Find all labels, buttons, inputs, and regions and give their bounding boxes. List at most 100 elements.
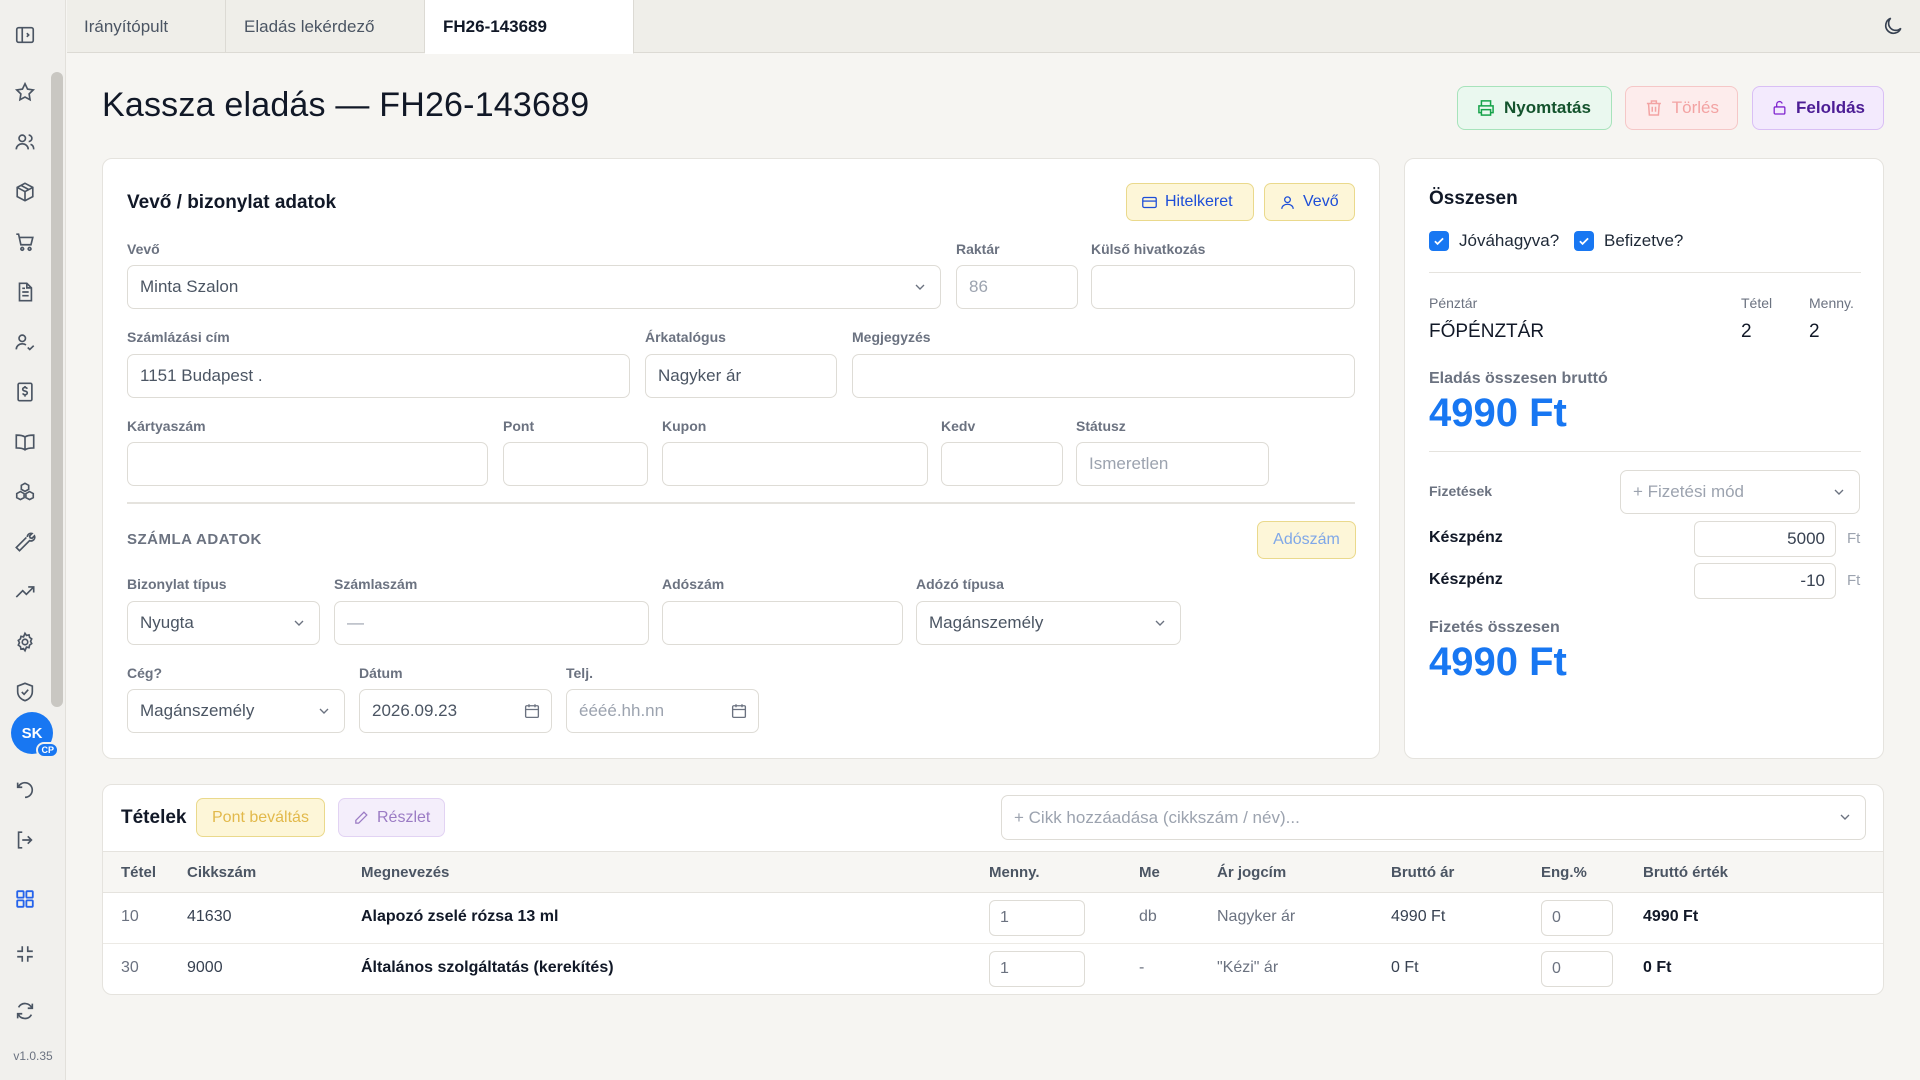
discount-field[interactable]	[941, 442, 1063, 486]
calendar-icon[interactable]	[523, 702, 541, 720]
undo-icon[interactable]	[13, 778, 37, 802]
row-discount-input[interactable]: 0	[1541, 900, 1613, 936]
unlock-button[interactable]: Feloldás	[1752, 86, 1884, 130]
column-header[interactable]: Eng.%	[1541, 864, 1587, 881]
theme-toggle-icon[interactable]	[1882, 15, 1904, 37]
checkbox-checked	[1574, 231, 1594, 251]
status-field[interactable]: Ismeretlen	[1076, 442, 1269, 486]
tab-dashboard[interactable]: Irányítópult	[67, 0, 226, 53]
detail-button[interactable]: Részlet	[338, 798, 446, 837]
currency-label: Ft	[1847, 572, 1861, 589]
payment-method-select[interactable]: + Fizetési mód	[1620, 470, 1860, 514]
payment-amount-field[interactable]: 5000	[1694, 521, 1836, 557]
row-name: Általános szolgáltatás (kerekítés)	[361, 959, 614, 976]
users-icon[interactable]	[13, 130, 37, 154]
customer-select[interactable]: Minta Szalon	[127, 265, 941, 309]
warehouse-field[interactable]: 86	[956, 265, 1078, 309]
boxes-icon[interactable]	[13, 480, 37, 504]
row-gross-price: 4990 Ft	[1391, 908, 1446, 925]
tax-no-field[interactable]	[662, 601, 903, 645]
coupon-label: Kupon	[662, 418, 707, 434]
gear-icon[interactable]	[13, 630, 37, 654]
approved-checkbox[interactable]: Jóváhagyva?	[1429, 231, 1559, 251]
customer-button-label: Vevő	[1303, 193, 1339, 210]
unlock-label: Feloldás	[1796, 98, 1865, 117]
company-select[interactable]: Magánszemély	[127, 689, 345, 733]
redeem-points-button[interactable]: Pont beváltás	[196, 798, 325, 837]
column-header[interactable]: Menny.	[989, 864, 1040, 881]
avatar[interactable]: SK CP	[11, 712, 59, 758]
doc-type-select[interactable]: Nyugta	[127, 601, 320, 645]
user-check-icon[interactable]	[13, 330, 37, 354]
tab-sales-query[interactable]: Eladás lekérdező	[226, 0, 425, 53]
customer-button[interactable]: Vevő	[1264, 183, 1355, 221]
date-label: Dátum	[359, 665, 403, 681]
points-field[interactable]	[503, 442, 648, 486]
user-icon	[1281, 195, 1294, 209]
register-label: Pénztár	[1429, 295, 1478, 311]
company-label: Cég?	[127, 665, 162, 681]
currency-label: Ft	[1847, 530, 1861, 547]
column-header[interactable]: Me	[1139, 864, 1160, 881]
table-row[interactable]: 10 41630 Alapozó zselé rózsa 13 ml 1 db …	[103, 893, 1883, 944]
document-icon[interactable]	[13, 280, 37, 304]
invoice-no-value: —	[347, 613, 364, 632]
column-header[interactable]: Ár jogcím	[1217, 864, 1286, 881]
invoice-no-field[interactable]: —	[334, 601, 649, 645]
billing-label: Számlázási cím	[127, 329, 230, 345]
cart-icon[interactable]	[13, 230, 37, 254]
payment-row-label: Készpénz	[1429, 571, 1503, 588]
row-discount-input[interactable]: 0	[1541, 951, 1613, 987]
collapse-icon[interactable]	[13, 942, 37, 966]
fulfilment-date-field[interactable]: éééé.hh.nn	[566, 689, 759, 733]
shield-icon[interactable]	[13, 680, 37, 704]
taxpayer-type-select[interactable]: Magánszemély	[916, 601, 1181, 645]
invoice-icon[interactable]	[13, 380, 37, 404]
page-title: Kassza eladás — FH26-143689	[102, 86, 590, 124]
column-header[interactable]: Bruttó érték	[1643, 864, 1728, 881]
billing-field[interactable]: 1151 Budapest .	[127, 354, 630, 398]
refresh-icon[interactable]	[13, 999, 37, 1023]
payment-total-label: Fizetés összesen	[1429, 619, 1560, 636]
date-field[interactable]: 2026.09.23	[359, 689, 552, 733]
print-button[interactable]: Nyomtatás	[1457, 86, 1612, 130]
panel-toggle-icon[interactable]	[13, 23, 37, 47]
column-header[interactable]: Cikkszám	[187, 864, 256, 881]
book-icon[interactable]	[13, 430, 37, 454]
coupon-field[interactable]	[662, 442, 928, 486]
column-header[interactable]: Megnevezés	[361, 864, 449, 881]
tax-number-button[interactable]: Adószám	[1257, 521, 1356, 559]
customer-label: Vevő	[127, 241, 160, 257]
date-value: 2026.09.23	[372, 701, 458, 720]
column-header[interactable]: Bruttó ár	[1391, 864, 1454, 881]
trend-icon[interactable]	[13, 580, 37, 604]
card-number-field[interactable]	[127, 442, 488, 486]
fulfilment-label: Telj.	[566, 665, 593, 681]
row-unit: db	[1139, 908, 1157, 925]
sidebar-scrollbar[interactable]	[51, 72, 63, 707]
unlock-icon	[1773, 100, 1786, 115]
warehouse-label: Raktár	[956, 241, 1000, 257]
wrench-icon[interactable]	[13, 530, 37, 554]
box-icon[interactable]	[13, 180, 37, 204]
paid-checkbox[interactable]: Befizetve?	[1574, 231, 1683, 251]
delete-button[interactable]: Törlés	[1625, 86, 1738, 130]
add-article-select[interactable]: + Cikk hozzáadása (cikkszám / név)...	[1001, 795, 1866, 840]
note-field[interactable]	[852, 354, 1355, 398]
chevron-down-icon	[1840, 814, 1850, 820]
ext-ref-field[interactable]	[1091, 265, 1355, 309]
column-header[interactable]: Tétel	[121, 864, 156, 881]
credit-limit-button[interactable]: Hitelkeret	[1126, 183, 1254, 221]
taxpayer-type-value: Magánszemély	[929, 613, 1044, 632]
catalog-field[interactable]: Nagyker ár	[645, 354, 837, 398]
row-quantity-input[interactable]: 1	[989, 900, 1085, 936]
calendar-icon[interactable]	[730, 702, 748, 720]
star-icon[interactable]	[13, 80, 37, 104]
grid-icon[interactable]	[13, 887, 37, 911]
payment-amount-field[interactable]: -10	[1694, 563, 1836, 599]
tab-current-sale[interactable]: FH26-143689	[425, 0, 634, 54]
payment-method-placeholder: + Fizetési mód	[1633, 482, 1745, 501]
table-row[interactable]: 30 9000 Általános szolgáltatás (kerekíté…	[103, 944, 1883, 994]
row-quantity-input[interactable]: 1	[989, 951, 1085, 987]
logout-icon[interactable]	[13, 828, 37, 852]
